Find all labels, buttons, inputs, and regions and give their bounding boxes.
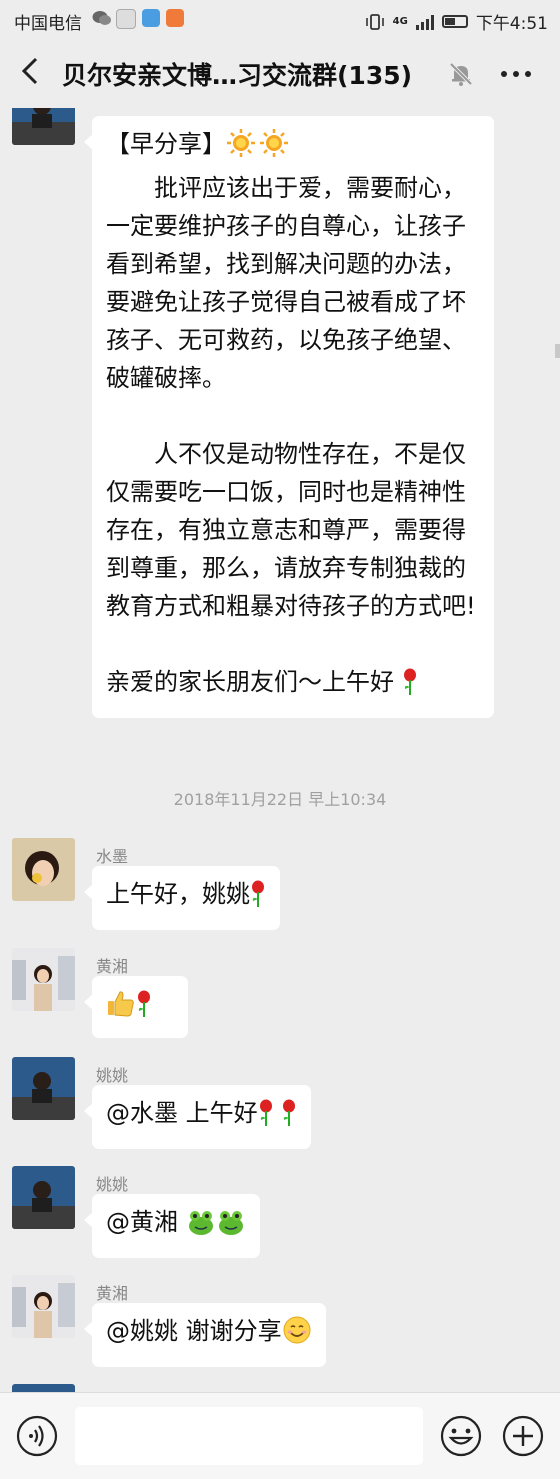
message-text: 亲爱的家长朋友们～上午好 — [106, 668, 394, 696]
message-bubble[interactable]: 上午好，姚姚 — [84, 866, 280, 930]
input-bar — [0, 1392, 560, 1479]
avatar[interactable] — [12, 1384, 75, 1392]
frog-emoji-icon — [216, 1208, 246, 1247]
network-type-label: 4G — [392, 15, 408, 27]
message-text: 【早分享】 — [106, 130, 226, 158]
notification-icons — [92, 9, 184, 29]
avatar[interactable] — [12, 948, 75, 1011]
avatar[interactable] — [12, 838, 75, 901]
message-timestamp: 2018年11月22日 早上10:34 — [173, 790, 387, 809]
sender-name: 姚姚 — [96, 1066, 129, 1085]
vibrate-icon — [365, 13, 384, 30]
voice-icon[interactable] — [16, 1415, 58, 1457]
rose-emoji-icon — [281, 1099, 297, 1138]
message-paragraph: 人不仅是动物性存在，不是仅仅需要吃一口饭，同时也是精神性存在，有独立意志和尊严，… — [106, 440, 476, 620]
message-bubble[interactable] — [84, 976, 188, 1038]
chat-title: 贝尔安亲文博…习交流群(135) — [62, 61, 413, 90]
message-bubble[interactable]: @黄湘 — [84, 1194, 260, 1258]
sender-name: 黄湘 — [96, 957, 129, 976]
rose-emoji-icon — [136, 990, 152, 1029]
clock-label: 下午4:51 — [475, 14, 548, 34]
message-text: @姚姚 谢谢分享 — [106, 1317, 282, 1345]
status-bar: 中国电信 4G 下午4:51 — [0, 0, 560, 38]
message-bubble[interactable]: @姚姚 谢谢分享 — [84, 1303, 326, 1367]
message-bubble[interactable]: @水墨 上午好 — [83, 1085, 312, 1149]
frog-emoji-icon — [186, 1208, 216, 1247]
chat-header: 贝尔安亲文博…习交流群(135) — [0, 38, 560, 108]
smile-emoji-icon — [282, 1315, 312, 1356]
system-indicators: 4G 下午4:51 — [365, 9, 548, 34]
scrollbar-thumb[interactable] — [555, 344, 560, 358]
plus-circle-icon[interactable] — [502, 1415, 544, 1457]
signal-icon — [415, 14, 434, 30]
avatar[interactable] — [12, 108, 75, 145]
message-notification-icon — [142, 9, 160, 27]
video-notification-icon — [166, 9, 184, 27]
bell-off-icon[interactable] — [447, 60, 475, 88]
message-text: 上午好，姚姚 — [106, 880, 250, 908]
sun-emoji-icon — [226, 128, 292, 169]
message-input[interactable] — [75, 1407, 423, 1465]
battery-fill — [444, 18, 455, 25]
message-text: @黄湘 — [106, 1208, 186, 1236]
more-dots-icon[interactable] — [498, 60, 534, 88]
message-text: @水墨 上午好 — [106, 1099, 258, 1127]
wechat-notification-icon — [92, 9, 111, 27]
rose-emoji-icon — [250, 880, 266, 919]
sender-name: 水墨 — [96, 847, 129, 866]
avatar[interactable] — [12, 1166, 75, 1229]
message-bubble[interactable]: 【早分享】 批评应该出于爱，需要耐心，一定要维护孩子的自尊心，让孩子看到希望，找… — [84, 116, 494, 718]
sender-name: 黄湘 — [96, 1284, 129, 1303]
rose-emoji-icon — [258, 1099, 274, 1138]
battery-icon — [441, 15, 468, 28]
avatar[interactable] — [12, 1275, 75, 1338]
app-notification-icon — [116, 9, 136, 29]
avatar[interactable] — [12, 1057, 75, 1120]
message-paragraph: 批评应该出于爱，需要耐心，一定要维护孩子的自尊心，让孩子看到希望，找到解决问题的… — [106, 174, 466, 392]
carrier-label: 中国电信 — [14, 14, 82, 34]
emoji-smile-icon[interactable] — [440, 1415, 482, 1457]
rose-emoji-icon — [402, 668, 418, 707]
chevron-left-icon[interactable] — [18, 56, 44, 86]
sender-name: 姚姚 — [96, 1175, 129, 1194]
thumbs-up-emoji-icon — [106, 988, 136, 1029]
chat-area[interactable]: 【早分享】 批评应该出于爱，需要耐心，一定要维护孩子的自尊心，让孩子看到希望，找… — [0, 108, 560, 1392]
